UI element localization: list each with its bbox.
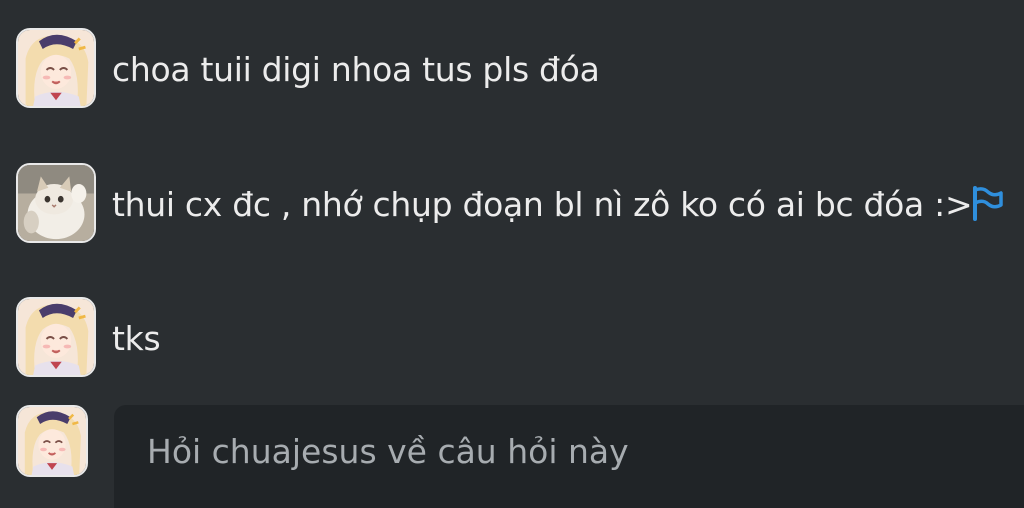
current-user-avatar [16,405,88,477]
flag-icon[interactable] [970,185,1004,221]
anime-girl-avatar-icon [18,299,94,375]
user-avatar[interactable] [16,28,96,108]
comment-item: choa tuii digi nhoa tus pls đóa [0,28,1024,108]
comment-item: thui cx đc , nhớ chụp đoạn bl nì zô ko c… [0,163,1024,243]
comment-thread: choa tuii digi nhoa tus pls đóa thui cx … [0,0,1024,508]
comment-text: thui cx đc , nhớ chụp đoạn bl nì zô ko c… [112,185,973,224]
user-avatar[interactable] [16,163,96,243]
user-avatar[interactable] [16,297,96,377]
anime-girl-avatar-icon [18,30,94,106]
comment-text: tks [112,319,161,358]
comment-item: tks [0,297,1024,377]
cat-avatar-icon [18,165,94,241]
comment-text: choa tuii digi nhoa tus pls đóa [112,50,600,89]
reply-input[interactable] [114,405,1024,508]
anime-girl-avatar-icon [18,407,86,475]
